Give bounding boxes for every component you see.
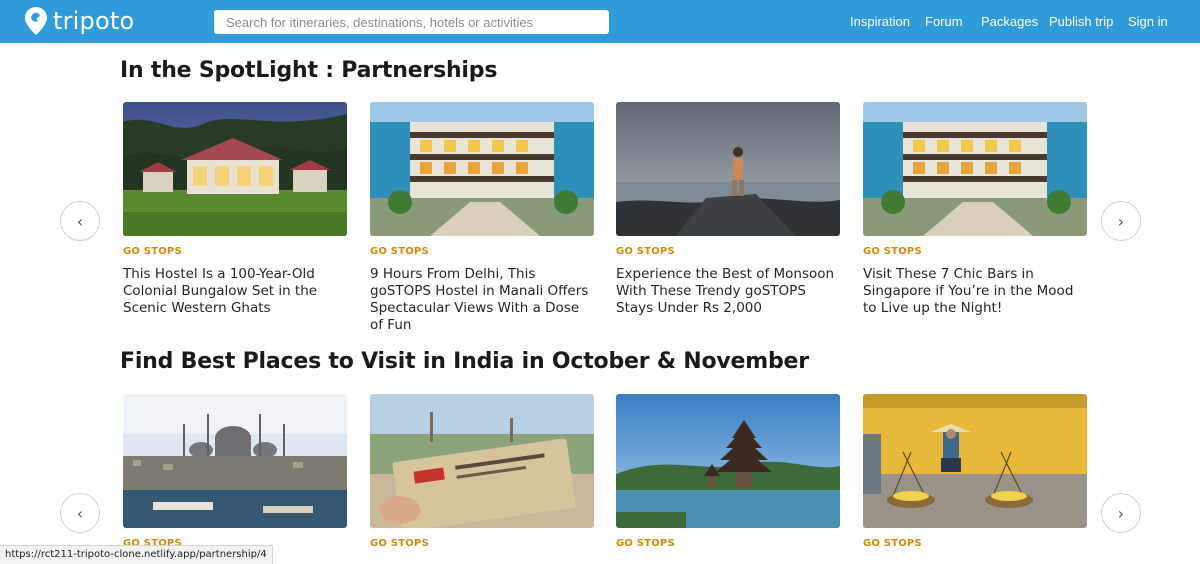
carousel-next-button[interactable]: › bbox=[1101, 493, 1141, 533]
chevron-right-icon: › bbox=[1117, 503, 1125, 523]
card-category: GO STOPS bbox=[616, 538, 675, 549]
card-image[interactable] bbox=[616, 394, 840, 528]
card-title[interactable]: Visit These 7 Chic Bars in Singapore if … bbox=[863, 266, 1087, 317]
card-image[interactable] bbox=[123, 102, 347, 236]
street-vendor-photo bbox=[863, 394, 1087, 528]
mosque-skyline-photo bbox=[123, 394, 347, 528]
card-category: GO STOPS bbox=[370, 246, 429, 257]
carousel-prev-button[interactable]: ‹ bbox=[60, 201, 100, 241]
section-title-partnerships: In the SpotLight : Partnerships bbox=[120, 58, 498, 83]
chevron-left-icon: ‹ bbox=[76, 211, 84, 231]
top-navigation-bar: tripoto Inspiration Forum Packages Publi… bbox=[0, 0, 1200, 43]
card-image[interactable] bbox=[863, 394, 1087, 528]
card-image[interactable] bbox=[370, 394, 594, 528]
card-image[interactable] bbox=[616, 102, 840, 236]
nav-sign-in[interactable]: Sign in bbox=[1128, 0, 1168, 43]
card-category: GO STOPS bbox=[863, 246, 922, 257]
chevron-right-icon: › bbox=[1117, 211, 1125, 231]
bungalow-photo bbox=[123, 102, 347, 236]
nav-packages[interactable]: Packages bbox=[981, 0, 1038, 43]
card-title[interactable]: 9 Hours From Delhi, This goSTOPS Hostel … bbox=[370, 266, 594, 334]
chevron-left-icon: ‹ bbox=[76, 503, 84, 523]
location-pin-icon bbox=[25, 7, 47, 35]
card-title[interactable]: Experience the Best of Monsoon With Thes… bbox=[616, 266, 840, 317]
nav-inspiration[interactable]: Inspiration bbox=[850, 0, 910, 43]
nav-forum[interactable]: Forum bbox=[925, 0, 963, 43]
carousel-prev-button[interactable]: ‹ bbox=[60, 493, 100, 533]
carousel-next-button[interactable]: › bbox=[1101, 201, 1141, 241]
card-category: GO STOPS bbox=[123, 246, 182, 257]
card-image[interactable] bbox=[123, 394, 347, 528]
card-image[interactable] bbox=[863, 102, 1087, 236]
card-title[interactable]: This Hostel Is a 100-Year-Old Colonial B… bbox=[123, 266, 347, 317]
section-title-best-places: Find Best Places to Visit in India in Oc… bbox=[120, 349, 809, 374]
monsoon-sea-photo bbox=[616, 102, 840, 236]
card-image[interactable] bbox=[370, 102, 594, 236]
temple-lake-photo bbox=[616, 394, 840, 528]
nav-publish-trip[interactable]: Publish trip bbox=[1049, 0, 1113, 43]
search-input[interactable] bbox=[214, 10, 609, 34]
hostel-courtyard-photo bbox=[370, 102, 594, 236]
card-category: GO STOPS bbox=[616, 246, 675, 257]
card-category: GO STOPS bbox=[370, 538, 429, 549]
logo-text: tripoto bbox=[53, 7, 135, 35]
status-bar-url: https://rct211-tripoto-clone.netlify.app… bbox=[0, 545, 273, 564]
hostel-courtyard-photo bbox=[863, 102, 1087, 236]
card-category: GO STOPS bbox=[863, 538, 922, 549]
tripoto-logo[interactable]: tripoto bbox=[24, 6, 134, 36]
ticket-photo bbox=[370, 394, 594, 528]
